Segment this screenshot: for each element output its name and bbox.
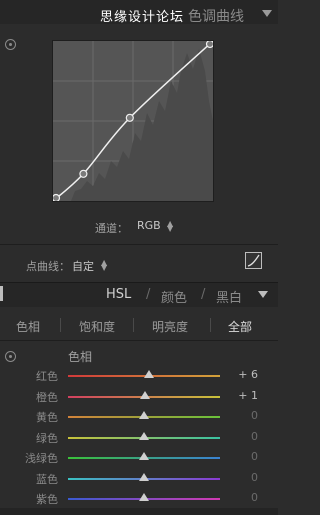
point-curve-label: 点曲线： (26, 260, 70, 273)
hue-row-value[interactable]: 0 (228, 409, 258, 422)
hue-row-value[interactable]: 0 (228, 491, 258, 504)
hue-row-label: 紫色 (36, 493, 58, 506)
curve-point[interactable] (53, 193, 61, 202)
hue-row-value[interactable]: 0 (228, 450, 258, 463)
subtab-hue[interactable]: 色相 (16, 318, 40, 335)
subtab-all[interactable]: 全部 (228, 318, 252, 335)
tab-black-white[interactable]: 黑白 (216, 287, 242, 306)
curve-canvas[interactable] (53, 41, 213, 201)
hue-row-value[interactable]: 0 (228, 471, 258, 484)
watermark-text: 思缘设计论坛 (100, 10, 185, 25)
point-curve-select[interactable]: 自定 (72, 258, 94, 274)
tab-color[interactable]: 颜色 (161, 287, 187, 306)
subtab-divider (60, 318, 61, 332)
hue-row-label: 红色 (36, 370, 58, 383)
channel-updown-icon[interactable]: ▲ ▼ (167, 220, 173, 233)
collapse-triangle-icon[interactable] (258, 291, 268, 298)
hue-slider-thumb[interactable] (139, 452, 149, 460)
targeted-adjustment-icon[interactable] (5, 39, 16, 50)
hue-section-title: 色相 (68, 350, 93, 364)
point-curve-updown-icon[interactable]: ▲ ▼ (101, 259, 107, 272)
hue-slider-thumb[interactable] (139, 472, 149, 481)
curve-point[interactable] (205, 41, 214, 49)
histogram (71, 49, 213, 201)
hue-slider-thumb[interactable] (139, 390, 150, 399)
targeted-adjustment-icon[interactable] (5, 351, 16, 362)
divider (0, 340, 278, 341)
edit-point-curve-icon[interactable] (245, 252, 262, 269)
hue-row-label: 绿色 (36, 431, 58, 445)
panel-bottom-edge (0, 508, 278, 515)
subtab-divider (133, 318, 134, 332)
curve-edit-glyph (247, 254, 260, 267)
channel-select[interactable]: RGB (137, 219, 161, 232)
hue-slider-thumb[interactable] (139, 493, 149, 501)
collapse-triangle-icon[interactable] (262, 10, 272, 17)
hue-row-label: 蓝色 (36, 472, 58, 486)
hue-row-label: 浅绿色 (25, 452, 58, 465)
tab-separator: / (146, 287, 151, 302)
tab-hsl[interactable]: HSL (106, 287, 131, 302)
subtab-saturation[interactable]: 饱和度 (79, 318, 115, 335)
tone-curve-title[interactable]: 色调曲线 (188, 6, 244, 26)
hue-row-label: 黄色 (36, 411, 58, 424)
hue-slider-thumb[interactable] (143, 370, 154, 378)
hue-slider-thumb[interactable] (139, 431, 149, 440)
subtab-divider (210, 318, 211, 332)
curve-point[interactable] (125, 113, 134, 122)
divider (0, 244, 278, 245)
hue-slider-thumb[interactable] (139, 411, 149, 419)
hue-row-value[interactable]: + 6 (228, 368, 258, 381)
hue-row-label: 橙色 (36, 390, 58, 404)
hue-row-value[interactable]: 0 (228, 430, 258, 443)
hue-row-value[interactable]: + 1 (228, 389, 258, 402)
tab-separator: / (201, 287, 206, 302)
subtab-luminance[interactable]: 明亮度 (152, 318, 188, 335)
panel-switch-marker[interactable] (0, 286, 3, 301)
channel-label: 通道： (95, 222, 128, 235)
tone-curve-graph[interactable] (52, 40, 214, 202)
curve-point[interactable] (79, 169, 88, 178)
